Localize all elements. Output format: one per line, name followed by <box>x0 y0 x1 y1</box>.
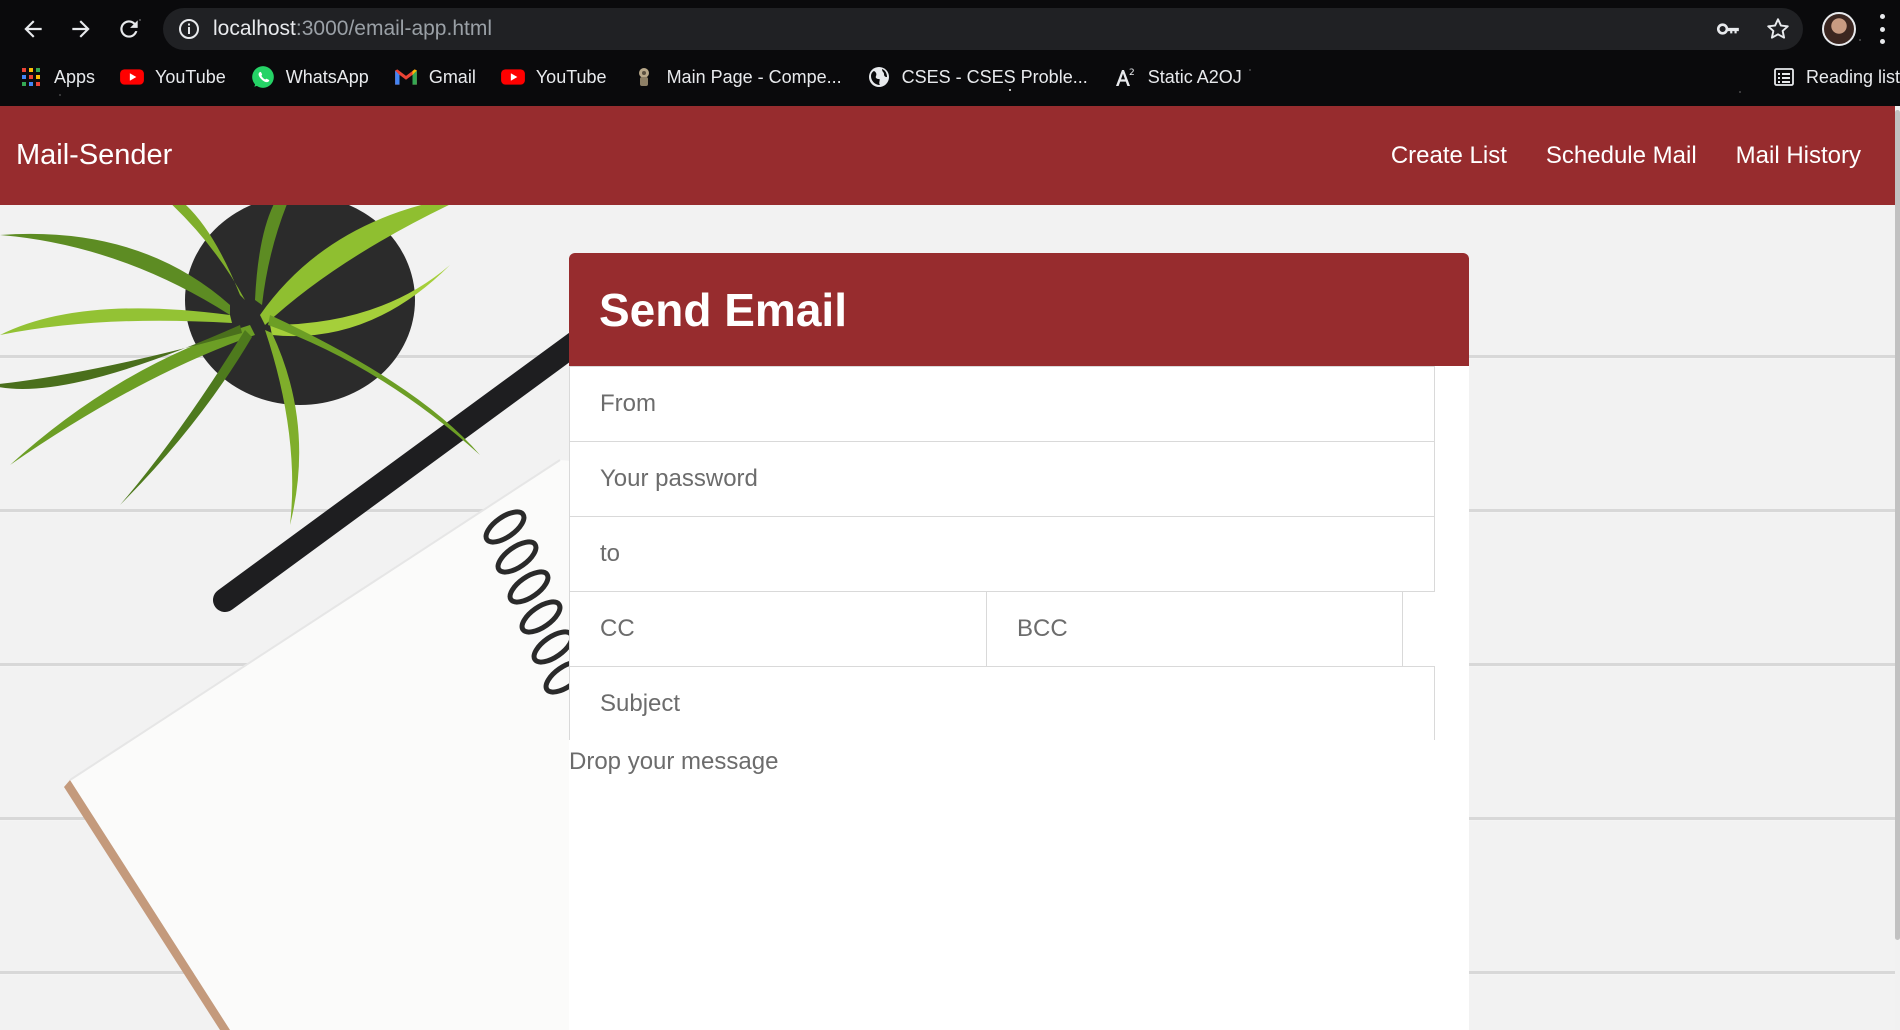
cc-field[interactable] <box>569 591 987 667</box>
gmail-icon <box>393 64 419 90</box>
reading-list-icon <box>1774 68 1794 86</box>
nav-create-list[interactable]: Create List <box>1391 142 1507 170</box>
svg-text:2: 2 <box>1129 68 1135 78</box>
reading-list-button[interactable]: Reading list <box>1772 62 1900 92</box>
bookmark-label: YouTube <box>155 66 226 87</box>
bookmark-label: Main Page - Compe... <box>666 66 842 87</box>
nav-schedule-mail[interactable]: Schedule Mail <box>1546 142 1697 170</box>
key-icon[interactable] <box>1715 16 1741 42</box>
back-arrow-icon <box>24 20 42 38</box>
browser-menu-icon[interactable] <box>1877 14 1887 44</box>
scrollbar-thumb[interactable] <box>1895 110 1900 940</box>
bookmark-label: Gmail <box>428 66 476 87</box>
a2oj-icon: 2 <box>1112 64 1138 90</box>
profile-avatar[interactable] <box>1822 12 1856 46</box>
forward-button[interactable] <box>64 12 98 46</box>
youtube-icon <box>119 64 145 90</box>
nav-mail-history[interactable]: Mail History <box>1736 142 1861 170</box>
nav-links: Create List Schedule Mail Mail History <box>1391 142 1861 170</box>
url-text[interactable]: localhost:3000/email-app.html <box>213 17 492 41</box>
send-email-card: Send Email <box>569 253 1469 1030</box>
bookmark-apps[interactable]: Apps <box>18 64 95 90</box>
bookmark-label: Apps <box>54 66 96 87</box>
url-path: :3000/email-app.html <box>295 17 492 40</box>
reload-button[interactable] <box>112 12 146 46</box>
site-info-icon[interactable] <box>177 17 201 41</box>
apps-grid-icon <box>18 64 44 90</box>
forward-arrow-icon <box>72 20 90 38</box>
bcc-field[interactable] <box>986 591 1403 667</box>
page-scrollbar[interactable] <box>1895 106 1900 1030</box>
card-title: Send Email <box>599 283 847 336</box>
brand-logo[interactable]: Mail-Sender <box>16 139 172 172</box>
url-host: localhost <box>213 17 296 40</box>
bookmark-cses[interactable]: CSES - CSES Proble... <box>866 64 1088 90</box>
wiki-icon <box>631 64 657 90</box>
address-bar[interactable]: localhost:3000/email-app.html <box>163 8 1803 50</box>
bookmark-main-page[interactable]: Main Page - Compe... <box>631 64 842 90</box>
globe-icon <box>866 64 892 90</box>
app-navbar: Mail-Sender Create List Schedule Mail Ma… <box>0 106 1895 205</box>
bookmarks-bar: Apps YouTube WhatsApp Gmail YouTube Main… <box>18 62 1266 92</box>
message-textarea[interactable] <box>569 740 1469 1030</box>
bookmark-label: CSES - CSES Proble... <box>901 66 1088 87</box>
password-field[interactable] <box>569 441 1435 517</box>
reload-icon <box>120 20 138 38</box>
bookmark-a2oj[interactable]: 2 Static A2OJ <box>1112 64 1242 90</box>
bookmark-youtube-2[interactable]: YouTube <box>500 64 607 90</box>
youtube-icon <box>500 64 526 90</box>
star-icon[interactable] <box>1765 16 1791 42</box>
back-button[interactable] <box>16 12 50 46</box>
bookmark-label: YouTube <box>535 66 607 87</box>
reading-list-label: Reading list <box>1805 66 1900 87</box>
bookmark-label: WhatsApp <box>285 66 369 87</box>
whatsapp-icon <box>250 64 276 90</box>
to-field[interactable] <box>569 516 1435 592</box>
from-field[interactable] <box>569 366 1435 442</box>
bookmark-label: Static A2OJ <box>1147 66 1242 87</box>
browser-chrome: localhost:3000/email-app.html Apps YouTu… <box>0 0 1900 106</box>
bookmark-gmail[interactable]: Gmail <box>393 64 476 90</box>
subject-field[interactable] <box>569 666 1435 742</box>
bookmark-youtube[interactable]: YouTube <box>119 64 226 90</box>
bookmark-whatsapp[interactable]: WhatsApp <box>250 64 369 90</box>
card-header: Send Email <box>569 253 1469 366</box>
